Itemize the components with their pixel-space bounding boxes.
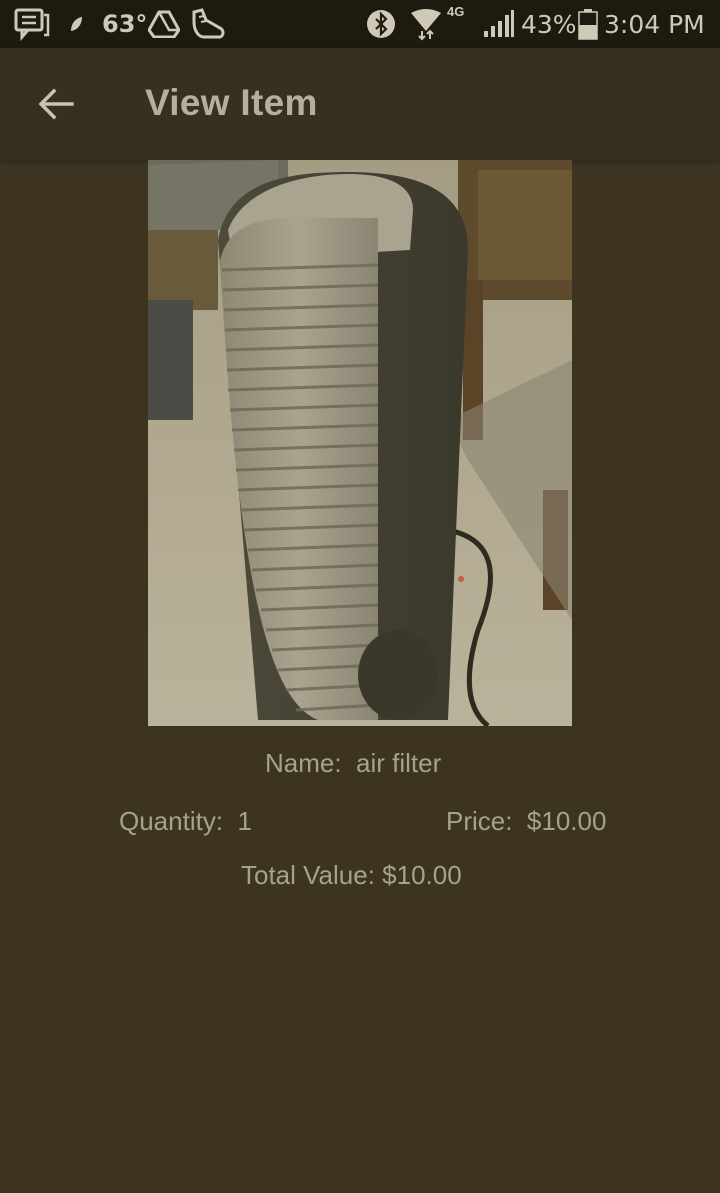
quantity-label: Quantity: (119, 806, 224, 836)
leaf-icon (68, 0, 84, 48)
air-filter-photo (148, 160, 572, 726)
app-bar: View Item (0, 48, 720, 160)
back-button[interactable] (24, 76, 88, 132)
total-value-amount: $10.00 (382, 860, 462, 890)
page-title: View Item (145, 82, 318, 123)
battery-icon (578, 0, 598, 48)
quantity-row: Quantity: 1 (119, 806, 252, 837)
wifi-icon (410, 0, 442, 48)
signal-icon (482, 0, 514, 48)
status-time: 3:04 PM (604, 9, 705, 39)
item-photo[interactable] (148, 160, 572, 726)
messages-icon (14, 0, 50, 48)
network-type: 4G (447, 4, 465, 19)
price-label: Price: (446, 806, 513, 836)
status-bar: 63° 4G 43% 3:04 PM (0, 0, 720, 48)
drive-icon (148, 0, 180, 48)
total-value-row: Total Value: $10.00 (241, 860, 462, 891)
quantity-value: 1 (237, 806, 252, 836)
shoe-icon (190, 0, 226, 48)
name-value: air filter (356, 748, 442, 778)
temperature-text: 63° (102, 10, 148, 38)
bluetooth-icon (366, 0, 396, 48)
name-label: Name: (265, 748, 342, 778)
arrow-left-icon (38, 88, 74, 120)
name-row: Name: air filter (265, 748, 441, 779)
price-row: Price: $10.00 (446, 806, 606, 837)
battery-percent: 43% (521, 9, 577, 39)
total-value-label: Total Value: (241, 860, 375, 890)
price-value: $10.00 (526, 806, 607, 836)
